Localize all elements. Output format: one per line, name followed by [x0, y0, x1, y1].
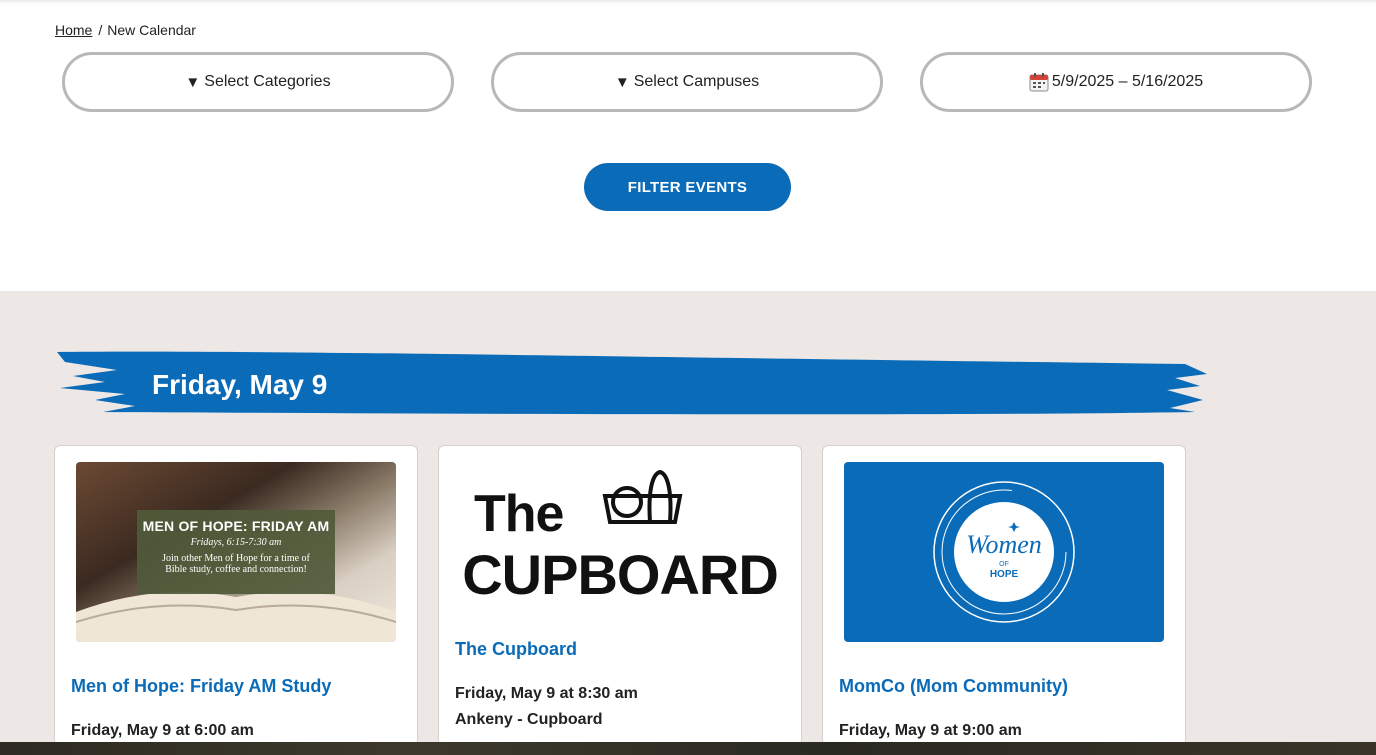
- logo-word-cupboard: CUPBOARD: [462, 543, 779, 606]
- event-card[interactable]: MEN OF HOPE: FRIDAY AM Fridays, 6:15-7:3…: [54, 445, 418, 755]
- footer-image-edge: [0, 742, 1376, 755]
- event-title-link[interactable]: MomCo (Mom Community): [839, 676, 1068, 697]
- event-title-link[interactable]: The Cupboard: [455, 639, 577, 660]
- event-datetime: Friday, May 9 at 6:00 am: [71, 722, 254, 739]
- date-range-label: 5/9/2025 – 5/16/2025: [1051, 73, 1204, 90]
- breadcrumb-home-link[interactable]: Home: [55, 22, 92, 38]
- triangle-down-icon: ▼: [614, 73, 630, 91]
- event-image[interactable]: MEN OF HOPE: FRIDAY AM Fridays, 6:15-7:3…: [76, 462, 396, 642]
- logo-of: OF: [999, 561, 1009, 568]
- logo-hope: HOPE: [989, 569, 1019, 580]
- breadcrumb-current: New Calendar: [107, 22, 196, 38]
- image-line-2: Bible study, coffee and connection!: [165, 564, 307, 575]
- campuses-select-label: Select Campuses: [633, 73, 760, 90]
- event-datetime: Friday, May 9 at 8:30 am: [455, 685, 638, 702]
- categories-select[interactable]: ▼ Select Categories: [62, 52, 454, 112]
- event-image[interactable]: Women OF HOPE: [844, 462, 1164, 642]
- event-card[interactable]: Women OF HOPE MomCo (Mom Community) Frid…: [822, 445, 1186, 755]
- breadcrumb: Home / New Calendar: [55, 22, 196, 38]
- triangle-down-icon: ▼: [185, 73, 201, 91]
- image-line-1: Join other Men of Hope for a time of: [162, 553, 310, 564]
- event-datetime: Friday, May 9 at 9:00 am: [839, 722, 1022, 739]
- logo-word-the: The: [474, 485, 564, 543]
- event-location: Ankeny - Cupboard: [455, 711, 603, 728]
- logo-script-women: Women: [966, 530, 1042, 559]
- event-image[interactable]: The CUPBOARD: [460, 462, 780, 642]
- image-heading: MEN OF HOPE: FRIDAY AM: [142, 518, 330, 534]
- date-range-picker[interactable]: 5/9/2025 – 5/16/2025: [920, 52, 1312, 112]
- calendar-icon: [1029, 72, 1049, 92]
- categories-select-label: Select Categories: [204, 73, 331, 90]
- event-title-link[interactable]: Men of Hope: Friday AM Study: [71, 676, 331, 697]
- campuses-select[interactable]: ▼ Select Campuses: [491, 52, 883, 112]
- image-subheading: Fridays, 6:15-7:30 am: [190, 537, 282, 548]
- day-heading: Friday, May 9: [152, 369, 328, 400]
- filter-events-button[interactable]: FILTER EVENTS: [584, 163, 791, 211]
- header-shadow: [0, 0, 1376, 4]
- breadcrumb-separator: /: [98, 22, 103, 38]
- event-card[interactable]: The CUPBOARD The Cupboard Friday, May 9 …: [438, 445, 802, 755]
